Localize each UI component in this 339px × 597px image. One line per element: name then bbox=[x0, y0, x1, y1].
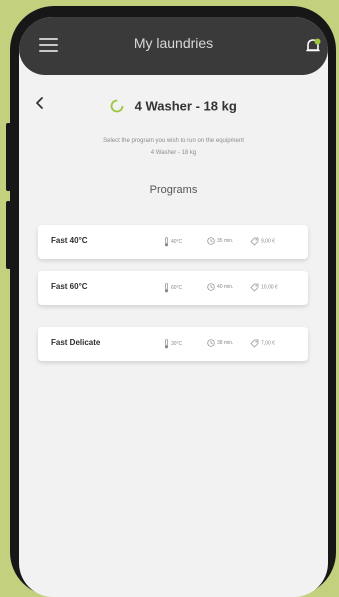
program-instruction: Select the program you wish to run on th… bbox=[49, 135, 298, 159]
loading-circle-icon bbox=[110, 99, 124, 113]
program-card[interactable]: Fast 60°C 60°C 40 min. 10,00 € bbox=[38, 271, 308, 305]
clock-icon bbox=[207, 283, 215, 291]
program-duration: 40 min. bbox=[207, 283, 233, 291]
app-title: My laundries bbox=[133, 35, 214, 51]
instruction-text: Select the program you wish to run on th… bbox=[103, 138, 244, 144]
program-card[interactable]: Fast 40°C 40°C 35 min. 9,00 € bbox=[38, 225, 308, 259]
program-name: Fast 60°C bbox=[51, 282, 88, 291]
price-tag-icon bbox=[250, 339, 259, 348]
program-duration: 38 min. bbox=[207, 339, 233, 347]
program-name: Fast 40°C bbox=[51, 236, 88, 245]
program-price: 9,00 € bbox=[250, 237, 275, 246]
program-temperature: 60°C bbox=[164, 283, 182, 293]
top-app-bar: My laundries bbox=[19, 17, 328, 75]
program-duration: 35 min. bbox=[207, 237, 233, 245]
machine-header: 4 Washer - 18 kg bbox=[19, 97, 328, 117]
app-screen: My laundries 4 Washer - 18 kg Select the… bbox=[19, 17, 328, 597]
machine-name: 4 Washer - 18 kg bbox=[134, 98, 237, 114]
program-temperature: 30°C bbox=[164, 339, 182, 349]
thermometer-icon bbox=[164, 283, 169, 293]
program-price: 7,00 € bbox=[250, 339, 275, 348]
price-tag-icon bbox=[250, 283, 259, 292]
program-temperature: 40°C bbox=[164, 237, 182, 247]
bell-icon[interactable] bbox=[305, 37, 321, 55]
instruction-machine-name: 4 Washer - 18 kg bbox=[150, 150, 197, 156]
price-tag-icon bbox=[250, 237, 259, 246]
programs-title: Programs bbox=[149, 184, 198, 196]
clock-icon bbox=[207, 339, 215, 347]
thermometer-icon bbox=[164, 237, 169, 247]
clock-icon bbox=[207, 237, 215, 245]
program-name: Fast Delicate bbox=[51, 338, 101, 347]
program-price: 10,00 € bbox=[250, 283, 278, 292]
thermometer-icon bbox=[164, 339, 169, 349]
program-card[interactable]: Fast Delicate 30°C 38 min. 7,00 € bbox=[38, 327, 308, 361]
